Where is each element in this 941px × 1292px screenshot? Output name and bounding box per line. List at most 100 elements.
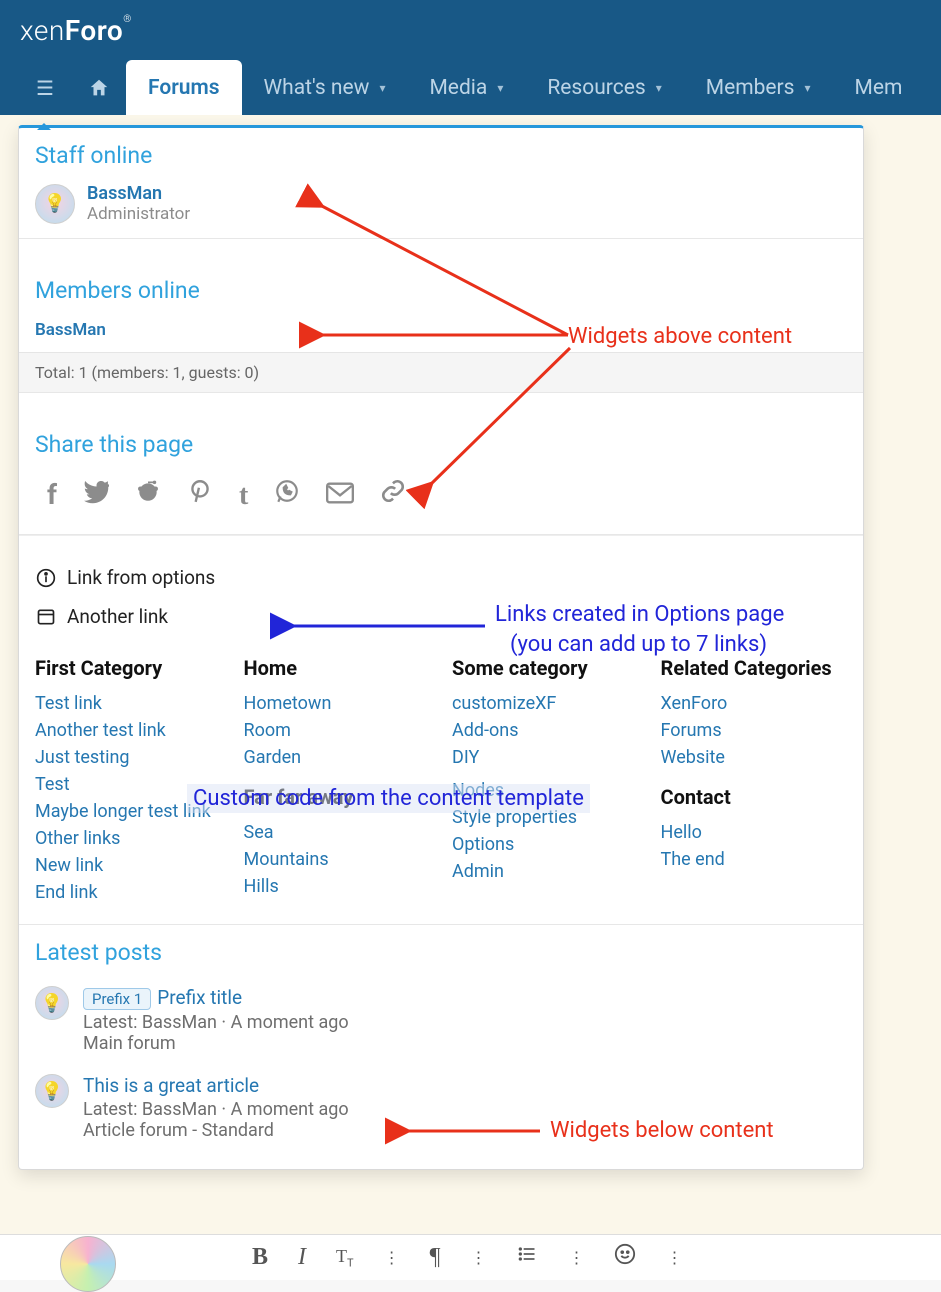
- font-size-button[interactable]: TT: [336, 1246, 354, 1270]
- email-icon[interactable]: [326, 478, 354, 512]
- hamburger-icon[interactable]: ☰: [18, 60, 72, 115]
- category-link[interactable]: Hello: [661, 819, 848, 846]
- nav-tab-what-s-new[interactable]: What's new▾: [242, 60, 408, 115]
- whatsapp-icon[interactable]: [274, 478, 300, 512]
- pinterest-icon[interactable]: [187, 478, 213, 512]
- post-forum[interactable]: Article forum - Standard: [83, 1120, 847, 1141]
- member-link[interactable]: BassMan: [35, 320, 106, 340]
- chevron-down-icon: ▾: [656, 81, 662, 95]
- category-link[interactable]: Another test link: [35, 717, 222, 744]
- nav-tab-resources[interactable]: Resources ▾: [525, 60, 683, 115]
- brand-post: Foro: [65, 14, 124, 47]
- latest-post-row: This is a great articleLatest: BassMan ·…: [19, 1064, 863, 1151]
- post-title-link[interactable]: Prefix title: [157, 986, 242, 1009]
- paragraph-button[interactable]: ¶: [430, 1244, 441, 1271]
- avatar[interactable]: [35, 986, 69, 1020]
- avatar[interactable]: [35, 1074, 69, 1108]
- emoji-button[interactable]: [614, 1243, 636, 1272]
- facebook-icon[interactable]: f: [47, 478, 57, 512]
- brand-pre: xen: [20, 14, 65, 47]
- option-link-2[interactable]: Another link: [35, 597, 847, 636]
- category-heading: Related Categories: [661, 656, 848, 680]
- italic-button[interactable]: I: [298, 1244, 306, 1271]
- prefix-badge[interactable]: Prefix 1: [83, 988, 151, 1010]
- category-link[interactable]: Add-ons: [452, 717, 639, 744]
- toolbar-more-icon[interactable]: ⋮: [384, 1248, 400, 1267]
- category-link[interactable]: Hills: [244, 873, 431, 900]
- option-link-1[interactable]: Link from options: [35, 558, 847, 597]
- category-link[interactable]: Website: [661, 744, 848, 771]
- widgets-popover: Staff online BassMan Administrator Membe…: [18, 125, 864, 1170]
- twitter-icon[interactable]: [83, 478, 109, 512]
- template-note-overlay: Custom code from the content template: [187, 784, 590, 813]
- option-links-zone: Link from options Another link: [19, 535, 863, 646]
- brand-reg: ®: [123, 14, 132, 25]
- nav-tab-label: Resources: [547, 76, 645, 100]
- category-link[interactable]: Test link: [35, 690, 222, 717]
- category-link[interactable]: End link: [35, 879, 222, 906]
- avatar[interactable]: [35, 184, 75, 224]
- list-button[interactable]: [516, 1244, 538, 1271]
- nav-tab-mem[interactable]: Mem: [833, 60, 925, 115]
- home-icon[interactable]: [72, 60, 126, 115]
- nav-tab-members[interactable]: Members ▾: [684, 60, 833, 115]
- post-forum[interactable]: Main forum: [83, 1033, 847, 1054]
- post-title-link[interactable]: This is a great article: [83, 1074, 259, 1097]
- category-link[interactable]: Options: [452, 831, 639, 858]
- category-link[interactable]: Just testing: [35, 744, 222, 771]
- reddit-icon[interactable]: [135, 478, 161, 512]
- category-column: Related Categories XenForoForumsWebsite Co…: [661, 656, 848, 906]
- editor-avatar[interactable]: [60, 1236, 116, 1292]
- widget-members-online: Members online BassMan Total: 1 (members…: [19, 263, 863, 393]
- category-heading: Contact: [661, 785, 848, 809]
- category-column: First Category Test linkAnother test link…: [35, 656, 222, 906]
- toolbar-more-icon-2[interactable]: ⋮: [470, 1248, 486, 1267]
- category-link[interactable]: Hometown: [244, 690, 431, 717]
- category-link[interactable]: Mountains: [244, 846, 431, 873]
- category-link[interactable]: XenForo: [661, 690, 848, 717]
- bold-button[interactable]: B: [252, 1244, 268, 1271]
- category-link[interactable]: Other links: [35, 825, 222, 852]
- toolbar-more-icon-3[interactable]: ⋮: [568, 1248, 584, 1267]
- window-icon: [35, 607, 57, 627]
- main-navbar: ☰ ForumsWhat's new▾Media▾Resources▾Membe…: [0, 60, 941, 115]
- share-title[interactable]: Share this page: [35, 431, 193, 458]
- nav-tab-forums[interactable]: Forums: [126, 60, 242, 115]
- nav-tab-label: Media: [429, 76, 487, 100]
- brand-logo[interactable]: xenForo®: [20, 14, 132, 47]
- latest-posts-title[interactable]: Latest posts: [35, 939, 162, 966]
- brand-banner: xenForo®: [0, 0, 941, 60]
- chevron-down-icon: ▾: [805, 81, 811, 95]
- category-link[interactable]: DIY: [452, 744, 639, 771]
- staff-user-name[interactable]: BassMan: [87, 183, 190, 204]
- staff-online-title[interactable]: Staff online: [35, 142, 152, 169]
- editor-toolbar: B I TT ⋮ ¶ ⋮ ⋮ ⋮: [0, 1234, 941, 1280]
- tumblr-icon[interactable]: t: [239, 478, 248, 512]
- staff-user-role: Administrator: [87, 204, 190, 224]
- page-background: Staff online BassMan Administrator Membe…: [0, 115, 941, 1280]
- members-totals: Total: 1 (members: 1, guests: 0): [19, 352, 863, 392]
- chevron-down-icon: ▾: [497, 81, 503, 95]
- link-icon[interactable]: [380, 478, 406, 512]
- latest-post-row: Prefix 1 Prefix title Latest: BassMan · A …: [19, 976, 863, 1064]
- widget-latest-posts: Latest posts Prefix 1 Prefix title Latest:…: [19, 924, 863, 1151]
- nav-tab-label: Members: [706, 76, 795, 100]
- category-link[interactable]: Admin: [452, 858, 639, 885]
- category-link[interactable]: customizeXF: [452, 690, 639, 717]
- category-link[interactable]: Forums: [661, 717, 848, 744]
- categories-columns: Custom code from the content template Fi…: [19, 646, 863, 924]
- category-link[interactable]: New link: [35, 852, 222, 879]
- post-meta: Latest: BassMan · A moment ago: [83, 1012, 847, 1033]
- toolbar-more-icon-4[interactable]: ⋮: [666, 1248, 682, 1267]
- nav-tab-media[interactable]: Media ▾: [407, 60, 525, 115]
- category-link[interactable]: Garden: [244, 744, 431, 771]
- category-heading: First Category: [35, 656, 222, 680]
- category-link[interactable]: The end: [661, 846, 848, 873]
- category-heading: Home: [244, 656, 431, 680]
- category-column: Some categorycustomizeXFAdd-onsDIYNodesS…: [452, 656, 639, 906]
- members-online-title[interactable]: Members online: [35, 277, 200, 304]
- category-link[interactable]: Sea: [244, 819, 431, 846]
- category-link[interactable]: Room: [244, 717, 431, 744]
- nav-tab-label: Mem: [855, 76, 903, 100]
- chevron-down-icon: ▾: [379, 81, 385, 95]
